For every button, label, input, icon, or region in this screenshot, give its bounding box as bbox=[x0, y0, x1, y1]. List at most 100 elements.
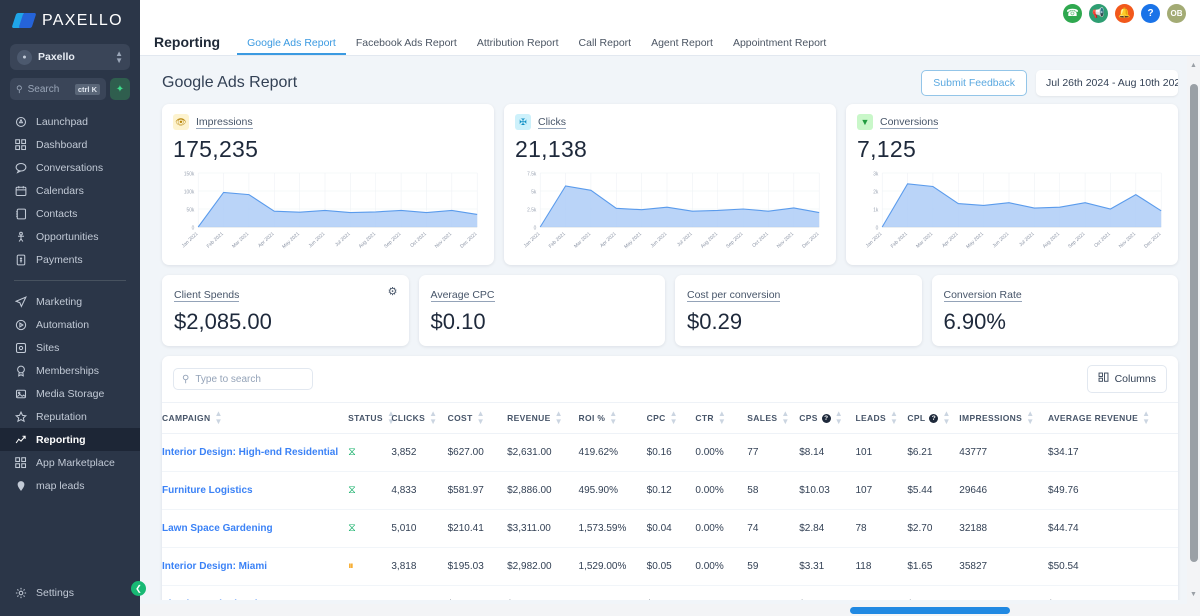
sort-icon[interactable]: ▲ ▼ bbox=[835, 410, 843, 426]
col-campaign[interactable]: CAMPAIGN ▲ ▼ bbox=[162, 402, 349, 434]
table-row[interactable]: Furniture Logistics ⧖ 4,833 $581.97 $2,886.0… bbox=[162, 471, 1178, 510]
sidebar-item-reputation[interactable]: Reputation bbox=[0, 405, 140, 428]
info-icon[interactable]: ? bbox=[821, 413, 831, 423]
sidebar-item-settings[interactable]: Settings bbox=[0, 581, 140, 604]
sort-icon[interactable]: ▲ ▼ bbox=[477, 410, 485, 426]
vertical-scrollbar[interactable]: ▲ ▼ bbox=[1187, 56, 1200, 616]
svg-text:Mar 2021: Mar 2021 bbox=[231, 231, 250, 250]
sidebar-item-launchpad[interactable]: Launchpad bbox=[0, 110, 140, 133]
col-cpl[interactable]: CPL? ▲ ▼ bbox=[907, 402, 960, 434]
table-search-wrapper[interactable]: ⚲ bbox=[173, 368, 313, 390]
cell-roi: 419.62% bbox=[578, 433, 647, 472]
sort-icon[interactable]: ▲ ▼ bbox=[429, 410, 437, 426]
sidebar-collapse-toggle[interactable]: ❮ bbox=[131, 581, 146, 596]
sidebar-item-reporting[interactable]: Reporting bbox=[0, 428, 140, 451]
sidebar-item-sites[interactable]: Sites bbox=[0, 336, 140, 359]
sort-icon[interactable]: ▲ ▼ bbox=[718, 410, 726, 426]
horizontal-scrollbar[interactable] bbox=[140, 604, 1187, 616]
col-average-revenue[interactable]: AVERAGE REVENUE ▲ ▼ bbox=[1048, 402, 1178, 434]
search-input[interactable]: ⚲ Search ctrl K bbox=[10, 78, 106, 100]
sidebar-item-map-leads[interactable]: map leads bbox=[0, 474, 140, 497]
cell-sales: 77 bbox=[747, 433, 800, 472]
horizontal-scrollbar-thumb[interactable] bbox=[850, 607, 1010, 614]
col-ctr[interactable]: CTR ▲ ▼ bbox=[695, 402, 748, 434]
sidebar-item-contacts[interactable]: Contacts bbox=[0, 202, 140, 225]
sidebar-item-calendars[interactable]: Calendars bbox=[0, 179, 140, 202]
help-icon[interactable]: ? bbox=[1141, 4, 1160, 23]
tab-agent-report[interactable]: Agent Report bbox=[641, 37, 723, 55]
sort-icon[interactable]: ▲ ▼ bbox=[670, 410, 678, 426]
scroll-down-arrow-icon[interactable]: ▼ bbox=[1190, 591, 1197, 598]
account-switcher[interactable]: ● Paxello ▲ ▼ bbox=[10, 44, 130, 70]
tab-google-ads-report[interactable]: Google Ads Report bbox=[237, 37, 346, 55]
sort-icon[interactable]: ▲ ▼ bbox=[1026, 410, 1034, 426]
col-sales[interactable]: SALES ▲ ▼ bbox=[747, 402, 800, 434]
sidebar-item-conversations[interactable]: Conversations bbox=[0, 156, 140, 179]
table-row[interactable]: Lawn Space Gardening ⧖ 5,010 $210.41 $3,311.… bbox=[162, 509, 1178, 548]
columns-button[interactable]: Columns bbox=[1086, 365, 1167, 393]
col-label: COST bbox=[447, 413, 473, 423]
cell-campaign: Interior Design: Miami bbox=[162, 547, 349, 586]
sidebar-item-app-marketplace[interactable]: App Marketplace bbox=[0, 451, 140, 474]
cell-clicks: 3,852 bbox=[391, 433, 448, 472]
col-revenue[interactable]: REVENUE ▲ ▼ bbox=[507, 402, 579, 434]
gear-icon[interactable]: ⚙ bbox=[388, 285, 398, 298]
col-clicks[interactable]: CLICKS ▲ ▼ bbox=[391, 402, 448, 434]
sidebar-item-label: App Marketplace bbox=[36, 456, 115, 469]
campaign-link[interactable]: Furniture Logistics bbox=[162, 485, 253, 496]
scroll-up-arrow-icon[interactable]: ▲ bbox=[1190, 62, 1197, 69]
notification-bell-icon[interactable]: 🔔 bbox=[1115, 4, 1134, 23]
vertical-scrollbar-thumb[interactable] bbox=[1189, 84, 1198, 562]
col-roi[interactable]: ROI % ▲ ▼ bbox=[578, 402, 647, 434]
col-impressions[interactable]: IMPRESSIONS ▲ ▼ bbox=[959, 402, 1049, 434]
phone-icon[interactable]: ☎ bbox=[1063, 4, 1082, 23]
sidebar-item-dashboard[interactable]: Dashboard bbox=[0, 133, 140, 156]
col-cost[interactable]: COST ▲ ▼ bbox=[447, 402, 508, 434]
svg-text:Dec 2021: Dec 2021 bbox=[459, 231, 479, 250]
tab-facebook-ads-report[interactable]: Facebook Ads Report bbox=[346, 37, 467, 55]
sidebar-item-media-storage[interactable]: Media Storage bbox=[0, 382, 140, 405]
sidebar-item-marketing[interactable]: Marketing bbox=[0, 290, 140, 313]
tab-call-report[interactable]: Call Report bbox=[569, 37, 642, 55]
brand-logo[interactable]: PAXELLO bbox=[0, 0, 140, 40]
sort-icon[interactable]: ▲ ▼ bbox=[890, 410, 898, 426]
cell-cps: $10.03 bbox=[799, 471, 856, 510]
sort-icon[interactable]: ▲ ▼ bbox=[942, 410, 950, 426]
card-value: 175,235 bbox=[173, 136, 259, 162]
svg-text:Aug 2021: Aug 2021 bbox=[358, 231, 378, 250]
campaign-link[interactable]: Interior Design: High-end Residential bbox=[162, 447, 338, 458]
submit-feedback-button[interactable]: Submit Feedback bbox=[921, 70, 1027, 96]
sidebar-nav-secondary: Marketing Automation Sites Memberships M… bbox=[0, 290, 140, 497]
col-status[interactable]: STATUS ▲ ▼ bbox=[348, 402, 395, 434]
info-icon[interactable]: ? bbox=[929, 413, 939, 423]
sparkle-icon[interactable]: ✦ bbox=[110, 78, 130, 100]
col-cps[interactable]: CPS? ▲ ▼ bbox=[799, 402, 856, 434]
cell-impressions: 43777 bbox=[959, 433, 1049, 472]
sort-icon[interactable]: ▲ ▼ bbox=[1142, 410, 1150, 426]
col-cpc[interactable]: CPC ▲ ▼ bbox=[646, 402, 696, 434]
metric-card-conversion-rate: Conversion Rate 6.90% bbox=[931, 275, 1178, 346]
sidebar-item-opportunities[interactable]: Opportunities bbox=[0, 225, 140, 248]
table-row[interactable]: Interior Design: Miami ⏸ 3,818 $195.03 $2,98… bbox=[162, 547, 1178, 586]
campaign-link[interactable]: Interior Design: Miami bbox=[162, 561, 267, 572]
sidebar-item-label: Contacts bbox=[36, 207, 78, 220]
metric-value: $0.10 bbox=[430, 309, 486, 334]
tab-appointment-report[interactable]: Appointment Report bbox=[723, 37, 836, 55]
sidebar-item-automation[interactable]: Automation bbox=[0, 313, 140, 336]
sort-icon[interactable]: ▲ ▼ bbox=[214, 410, 222, 426]
sidebar-nav-primary: Launchpad Dashboard Conversations Calend… bbox=[0, 110, 140, 271]
sidebar-item-memberships[interactable]: Memberships bbox=[0, 359, 140, 382]
table-row[interactable]: Interior Design: High-end Residential ⧖ 3,… bbox=[162, 433, 1178, 472]
sort-icon[interactable]: ▲ ▼ bbox=[781, 410, 789, 426]
app-root: PAXELLO ● Paxello ▲ ▼ ⚲ Search ctrl K ✦ L… bbox=[0, 0, 1200, 616]
sidebar-item-payments[interactable]: Payments bbox=[0, 248, 140, 271]
megaphone-icon[interactable]: 📢 bbox=[1089, 4, 1108, 23]
col-leads[interactable]: LEADS ▲ ▼ bbox=[855, 402, 908, 434]
search-input[interactable] bbox=[195, 373, 304, 385]
campaign-link[interactable]: Lawn Space Gardening bbox=[162, 523, 273, 534]
tab-attribution-report[interactable]: Attribution Report bbox=[467, 37, 569, 55]
sort-icon[interactable]: ▲ ▼ bbox=[555, 410, 563, 426]
date-range-picker[interactable]: Jul 26th 2024 - Aug 10th 202 bbox=[1036, 70, 1178, 96]
avatar[interactable]: OB bbox=[1167, 4, 1186, 23]
sort-icon[interactable]: ▲ ▼ bbox=[609, 410, 617, 426]
